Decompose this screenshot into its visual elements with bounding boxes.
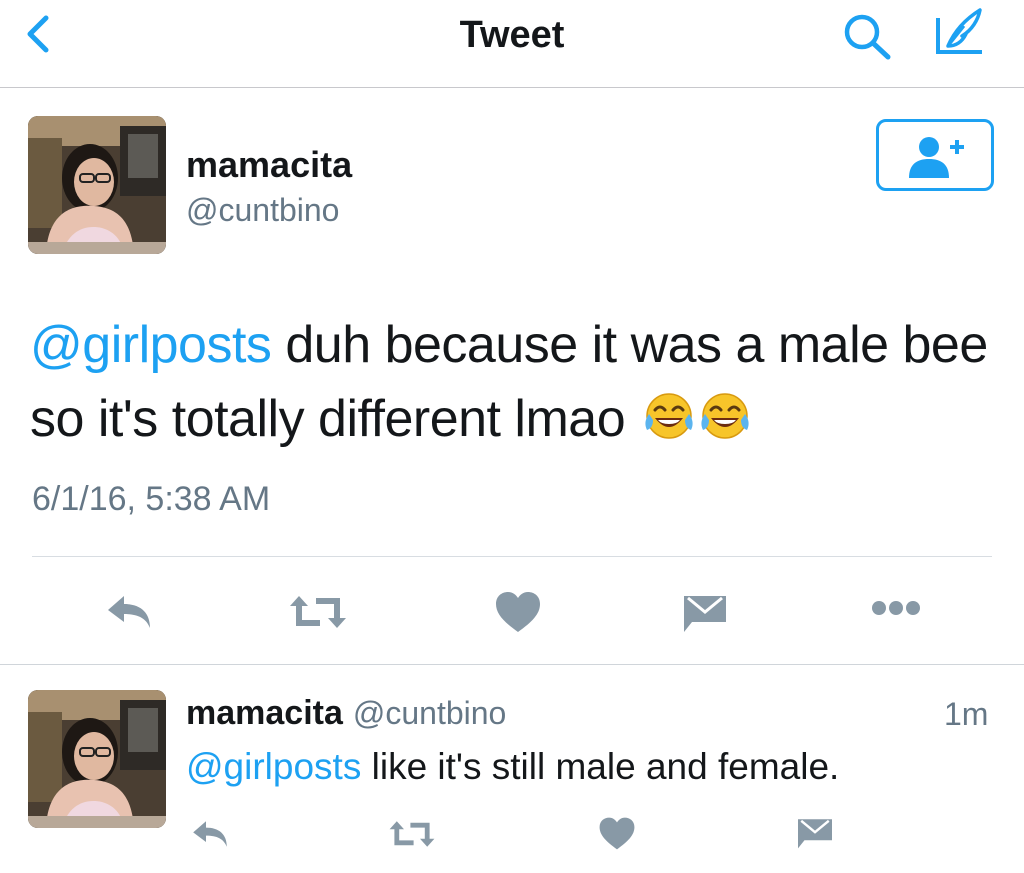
reply-text-body: like it's still male and female.: [361, 746, 840, 787]
reply-icon[interactable]: [104, 592, 154, 637]
reply-header: mamacita @cuntbino: [186, 694, 506, 733]
divider: [32, 556, 992, 557]
add-user-icon: [909, 137, 964, 178]
tweet-text-line2: so it's totally different lmao: [30, 390, 626, 448]
compose-icon[interactable]: [928, 6, 992, 62]
more-icon[interactable]: [870, 596, 922, 625]
tweet-text-line1: duh because it was a male bee: [271, 316, 988, 374]
follow-button[interactable]: [876, 119, 994, 191]
reply-text: @girlposts like it's still male and fema…: [186, 746, 839, 788]
tweet-timestamp: 6/1/16, 5:38 AM: [32, 480, 271, 518]
reply-author-handle[interactable]: @cuntbino: [353, 695, 506, 731]
retweet-icon[interactable]: [388, 818, 436, 855]
avatar[interactable]: [28, 116, 166, 254]
author-name[interactable]: mamacita: [186, 144, 352, 186]
tweet-text: @girlposts duh because it was a male bee…: [30, 308, 1010, 456]
like-icon[interactable]: [494, 590, 542, 639]
reply-icon[interactable]: [190, 818, 230, 855]
author-handle[interactable]: @cuntbino: [186, 192, 339, 229]
face-with-tears-of-joy-icon: [699, 388, 751, 440]
nav-bar: Tweet: [0, 0, 1024, 88]
mention-link[interactable]: @girlposts: [30, 316, 272, 374]
reply-author-name[interactable]: mamacita: [186, 694, 343, 732]
search-icon[interactable]: [838, 10, 896, 62]
like-icon[interactable]: [598, 816, 636, 856]
divider: [0, 664, 1024, 665]
direct-message-icon[interactable]: [682, 592, 728, 639]
face-with-tears-of-joy-icon: [643, 388, 695, 440]
mention-link[interactable]: @girlposts: [186, 746, 361, 787]
reply-time: 1m: [944, 696, 989, 732]
avatar[interactable]: [28, 690, 166, 828]
direct-message-icon[interactable]: [796, 816, 834, 855]
retweet-icon[interactable]: [288, 592, 348, 637]
